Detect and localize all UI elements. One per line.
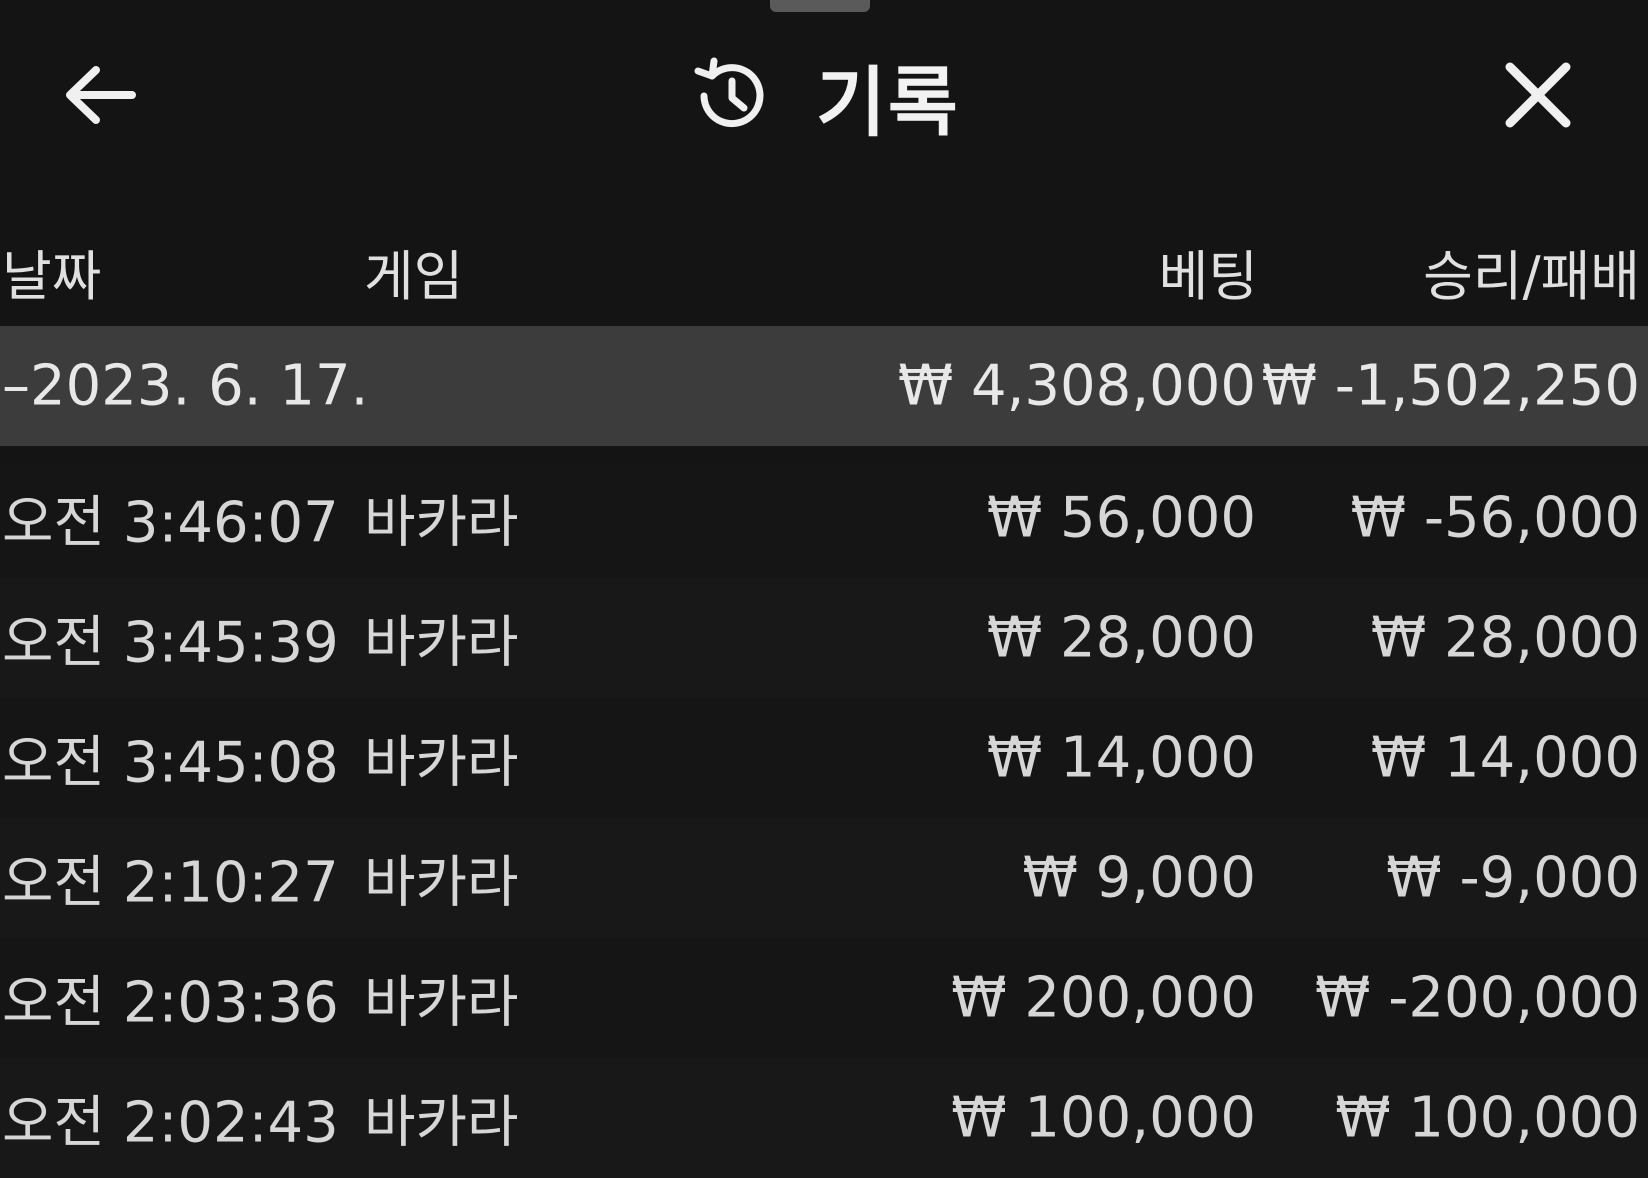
row-time: 오전 3:46:07 [2,490,339,556]
date-summary-row[interactable]: –2023. 6. 17. ₩ 4,308,000 ₩ -1,502,250 [0,326,1648,446]
table-header: 날짜 게임 베팅 승리/패배 [0,232,1648,308]
table-row[interactable]: 오전 3:45:39 바카라 ₩ 28,000 ₩ 28,000 [0,578,1648,698]
row-result: ₩ -9,000 [1386,845,1640,911]
row-game: 바카라 [364,970,519,1036]
row-bet: ₩ 100,000 [951,1085,1256,1151]
row-game: 바카라 [364,1090,519,1156]
close-button[interactable] [1500,57,1576,133]
row-bet: ₩ 200,000 [951,965,1256,1031]
row-bet: ₩ 56,000 [986,485,1256,551]
row-time: 오전 2:03:36 [2,970,339,1036]
row-time: 오전 3:45:08 [2,730,339,796]
row-result: ₩ -56,000 [1350,485,1640,551]
row-bet: ₩ 9,000 [1022,845,1257,911]
table-row[interactable]: 오전 3:46:07 바카라 ₩ 56,000 ₩ -56,000 [0,458,1648,578]
row-bet: ₩ 28,000 [986,605,1256,671]
sheet-drag-handle[interactable] [770,0,870,12]
row-result: ₩ 28,000 [1370,605,1640,671]
row-time: 오전 3:45:39 [2,610,339,676]
close-icon [1505,62,1571,128]
row-game: 바카라 [364,850,519,916]
column-header-game[interactable]: 게임 [364,232,463,311]
summary-result-total: ₩ -1,502,250 [1261,353,1640,419]
column-header-result[interactable]: 승리/패배 [1423,232,1640,311]
row-time: 오전 2:10:27 [2,850,339,916]
back-button[interactable] [62,60,138,130]
row-result: ₩ 100,000 [1335,1085,1640,1151]
column-header-date[interactable]: 날짜 [2,232,101,311]
summary-date: –2023. 6. 17. [2,353,369,419]
row-result: ₩ 14,000 [1370,725,1640,791]
row-time: 오전 2:02:43 [2,1090,339,1156]
row-game: 바카라 [364,610,519,676]
row-game: 바카라 [364,730,519,796]
row-bet: ₩ 14,000 [986,725,1256,791]
table-row[interactable]: 오전 2:10:27 바카라 ₩ 9,000 ₩ -9,000 [0,818,1648,938]
row-game: 바카라 [364,490,519,556]
table-row[interactable]: 오전 3:45:08 바카라 ₩ 14,000 ₩ 14,000 [0,698,1648,818]
history-clock-icon [694,57,764,128]
table-row[interactable]: 오전 2:03:36 바카라 ₩ 200,000 ₩ -200,000 [0,938,1648,1058]
page-title: 기록 [816,58,960,147]
row-result: ₩ -200,000 [1315,965,1640,1031]
column-header-bet[interactable]: 베팅 [1159,232,1258,311]
table-row[interactable]: 오전 2:02:43 바카라 ₩ 100,000 ₩ 100,000 [0,1058,1648,1178]
header-title-group: 기록 [690,48,960,147]
header-bar: 기록 [0,40,1648,150]
arrow-left-icon [66,66,136,124]
summary-bet-total: ₩ 4,308,000 [897,353,1256,419]
